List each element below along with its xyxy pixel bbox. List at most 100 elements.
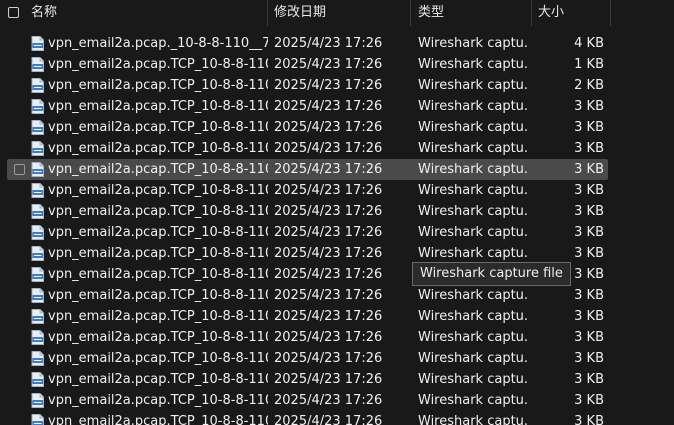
sort-caret-icon: ^ xyxy=(131,0,141,5)
file-name: vpn_email2a.pcap.TCP_10-8-8-110_... xyxy=(48,330,268,345)
file-row[interactable]: vpn_email2a.pcap.TCP_10-8-8-110_... 2025/… xyxy=(0,159,674,180)
file-row[interactable]: vpn_email2a.pcap.TCP_10-8-8-110_... 2025/… xyxy=(0,75,674,96)
file-name: vpn_email2a.pcap.TCP_10-8-8-110_... xyxy=(48,267,268,282)
file-row[interactable]: vpn_email2a.pcap.TCP_10-8-8-110_... 2025/… xyxy=(0,138,674,159)
file-name: vpn_email2a.pcap.TCP_10-8-8-110_... xyxy=(48,393,268,408)
wireshark-file-icon xyxy=(31,162,44,177)
file-size: 3 KB xyxy=(574,183,604,198)
file-date: 2025/4/23 17:26 xyxy=(274,162,383,177)
file-name: vpn_email2a.pcap.TCP_10-8-8-110_... xyxy=(48,120,268,135)
file-row[interactable]: vpn_email2a.pcap.TCP_10-8-8-110_... 2025/… xyxy=(0,96,674,117)
file-type: Wireshark captu... xyxy=(418,120,528,135)
file-row[interactable]: vpn_email2a.pcap.TCP_10-8-8-110_... 2025/… xyxy=(0,327,674,348)
file-name: vpn_email2a.pcap.TCP_10-8-8-110_... xyxy=(48,225,268,240)
file-size: 4 KB xyxy=(574,36,604,51)
file-name: vpn_email2a.pcap.TCP_10-8-8-110_... xyxy=(48,141,268,156)
file-row[interactable]: vpn_email2a.pcap.TCP_10-8-8-110_... 2025/… xyxy=(0,348,674,369)
file-type: Wireshark captu... xyxy=(418,309,528,324)
column-header-name[interactable]: 名称 xyxy=(31,0,57,26)
wireshark-file-icon xyxy=(31,393,44,408)
wireshark-file-icon xyxy=(31,246,44,261)
file-date: 2025/4/23 17:26 xyxy=(274,225,383,240)
file-type: Wireshark captu... xyxy=(418,414,528,425)
column-divider[interactable] xyxy=(610,0,611,26)
file-list: vpn_email2a.pcap._10-8-8-110__78... 2025/… xyxy=(0,33,674,425)
file-row[interactable]: vpn_email2a.pcap.TCP_10-8-8-110_... 2025/… xyxy=(0,117,674,138)
column-header-type[interactable]: 类型 xyxy=(418,0,444,26)
file-name: vpn_email2a.pcap.TCP_10-8-8-110_... xyxy=(48,204,268,219)
file-size: 2 KB xyxy=(574,78,604,93)
wireshark-file-icon xyxy=(31,99,44,114)
file-type: Wireshark captu... xyxy=(418,99,528,114)
file-date: 2025/4/23 17:26 xyxy=(274,414,383,425)
column-divider[interactable] xyxy=(410,0,411,26)
file-name: vpn_email2a.pcap._10-8-8-110__78... xyxy=(48,36,268,51)
file-row[interactable]: vpn_email2a.pcap.TCP_10-8-8-110_... 2025/… xyxy=(0,222,674,243)
file-date: 2025/4/23 17:26 xyxy=(274,183,383,198)
file-row[interactable]: vpn_email2a.pcap.TCP_10-8-8-110_... 2025/… xyxy=(0,369,674,390)
file-name: vpn_email2a.pcap.TCP_10-8-8-110_... xyxy=(48,99,268,114)
file-row[interactable]: vpn_email2a.pcap.TCP_10-8-8-110_... 2025/… xyxy=(0,243,674,264)
file-type: Wireshark captu... xyxy=(418,78,528,93)
file-row[interactable]: vpn_email2a.pcap.TCP_10-8-8-110_... 2025/… xyxy=(0,54,674,75)
wireshark-file-icon xyxy=(31,57,44,72)
file-type: Wireshark captu... xyxy=(418,183,528,198)
wireshark-file-icon xyxy=(31,372,44,387)
file-row[interactable]: vpn_email2a.pcap.TCP_10-8-8-110_... 2025/… xyxy=(0,306,674,327)
file-name: vpn_email2a.pcap.TCP_10-8-8-110_... xyxy=(48,309,268,324)
file-row[interactable]: vpn_email2a.pcap.TCP_10-8-8-110_... 2025/… xyxy=(0,285,674,306)
column-divider[interactable] xyxy=(267,0,268,26)
file-date: 2025/4/23 17:26 xyxy=(274,120,383,135)
file-row[interactable]: vpn_email2a.pcap.TCP_10-8-8-110_... 2025/… xyxy=(0,264,674,285)
file-date: 2025/4/23 17:26 xyxy=(274,309,383,324)
file-name: vpn_email2a.pcap.TCP_10-8-8-110_... xyxy=(48,351,268,366)
file-row[interactable]: vpn_email2a.pcap._10-8-8-110__78... 2025/… xyxy=(0,33,674,54)
column-header-size[interactable]: 大小 xyxy=(538,0,564,26)
file-date: 2025/4/23 17:26 xyxy=(274,246,383,261)
file-name: vpn_email2a.pcap.TCP_10-8-8-110_... xyxy=(48,78,268,93)
file-type: Wireshark captu... xyxy=(418,288,528,303)
wireshark-file-icon xyxy=(31,351,44,366)
file-date: 2025/4/23 17:26 xyxy=(274,267,383,282)
file-date: 2025/4/23 17:26 xyxy=(274,351,383,366)
file-row[interactable]: vpn_email2a.pcap.TCP_10-8-8-110_... 2025/… xyxy=(0,201,674,222)
file-name: vpn_email2a.pcap.TCP_10-8-8-110_... xyxy=(48,183,268,198)
wireshark-file-icon xyxy=(31,120,44,135)
wireshark-file-icon xyxy=(31,288,44,303)
file-name: vpn_email2a.pcap.TCP_10-8-8-110_... xyxy=(48,414,268,425)
column-divider[interactable] xyxy=(531,0,532,26)
file-type: Wireshark captu... xyxy=(418,246,528,261)
file-type: Wireshark captu... xyxy=(418,372,528,387)
file-type: Wireshark captu... xyxy=(418,57,528,72)
file-type: Wireshark captu... xyxy=(418,204,528,219)
wireshark-file-icon xyxy=(31,309,44,324)
select-all-checkbox[interactable] xyxy=(8,7,19,18)
file-list-window: ^ 名称 修改日期 类型 大小 vpn_email2a.pcap._10-8-8… xyxy=(0,0,674,425)
column-header-date[interactable]: 修改日期 xyxy=(274,0,326,26)
file-size: 3 KB xyxy=(574,372,604,387)
wireshark-file-icon xyxy=(31,225,44,240)
wireshark-file-icon xyxy=(31,204,44,219)
file-size: 3 KB xyxy=(574,120,604,135)
file-size: 3 KB xyxy=(574,162,604,177)
file-date: 2025/4/23 17:26 xyxy=(274,372,383,387)
file-type: Wireshark captu... xyxy=(418,351,528,366)
file-row[interactable]: vpn_email2a.pcap.TCP_10-8-8-110_... 2025/… xyxy=(0,180,674,201)
wireshark-file-icon xyxy=(31,267,44,282)
file-size: 3 KB xyxy=(574,330,604,345)
file-row[interactable]: vpn_email2a.pcap.TCP_10-8-8-110_... 2025/… xyxy=(0,411,674,425)
file-date: 2025/4/23 17:26 xyxy=(274,78,383,93)
file-type: Wireshark captu... xyxy=(418,36,528,51)
row-checkbox[interactable] xyxy=(14,164,25,175)
file-row[interactable]: vpn_email2a.pcap.TCP_10-8-8-110_... 2025/… xyxy=(0,390,674,411)
file-date: 2025/4/23 17:26 xyxy=(274,141,383,156)
file-name: vpn_email2a.pcap.TCP_10-8-8-110_... xyxy=(48,162,268,177)
file-size: 1 KB xyxy=(574,57,604,72)
file-size: 3 KB xyxy=(574,246,604,261)
column-header-bar: ^ 名称 修改日期 类型 大小 xyxy=(0,0,674,26)
file-date: 2025/4/23 17:26 xyxy=(274,57,383,72)
file-type: Wireshark captu... xyxy=(418,393,528,408)
file-size: 3 KB xyxy=(574,141,604,156)
file-date: 2025/4/23 17:26 xyxy=(274,36,383,51)
file-date: 2025/4/23 17:26 xyxy=(274,330,383,345)
